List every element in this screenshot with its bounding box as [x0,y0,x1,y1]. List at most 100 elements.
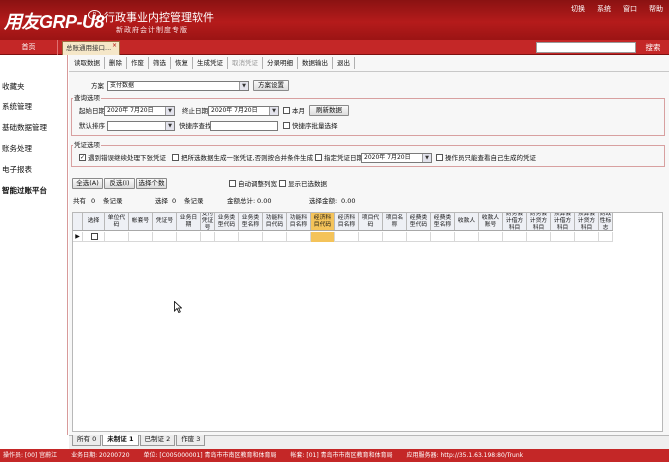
tab-unposted[interactable]: 未制证 1 [102,435,139,446]
grid-column-header[interactable]: 财政性标志 [599,213,613,230]
grid-column-header[interactable]: 功能科目名称 [287,213,311,230]
grid-column-header[interactable]: 财务会计贷方科目 [527,213,551,230]
grid-cell[interactable] [479,232,503,242]
grid-column-header[interactable]: 单位代码 [105,213,129,230]
grid-cell[interactable] [263,232,287,242]
search-button[interactable]: 搜索 [638,41,668,54]
scheme-select[interactable]: 支付数据 ▼ [107,81,249,91]
grid-column-header[interactable]: 财务会计借方科目 [503,213,527,230]
grid-column-header[interactable]: 收款人账号 [479,213,503,230]
quick-select-checkbox[interactable] [283,122,290,129]
grid-column-header[interactable]: 项目名称 [383,213,407,230]
specify-date-checkbox[interactable] [315,154,322,161]
refresh-data-button[interactable]: 刷新数据 [309,105,349,116]
select-all-button[interactable]: 全选(A) [72,178,103,189]
data-grid[interactable]: 选择 单位代码 帐套号 凭证号 业务日期 支付凭证号 业务类型代码 业务类型名称 功能科目代码功… [72,212,663,432]
sidebar-item-accounting[interactable]: 账务处理 [2,143,32,155]
grid-column-header[interactable]: 业务类型名称 [239,213,263,230]
select-count-button[interactable]: 选择个数 [136,178,167,189]
delete-button[interactable]: 删除 [105,57,127,69]
grid-column-header[interactable]: 经济科目代码 [311,213,335,230]
end-date-field[interactable]: 2020年 7月20日 ▼ [208,106,279,116]
chevron-down-icon: ▼ [165,122,174,130]
grid-cell[interactable] [599,232,613,242]
grid-column-header[interactable]: 业务日期 [177,213,201,230]
grid-cell[interactable] [105,232,129,242]
sidebar-item-reports[interactable]: 电子报表 [2,164,32,176]
search-input[interactable] [536,42,636,53]
row-select-checkbox[interactable] [91,233,98,240]
start-date-field[interactable]: 2020年 7月20日 ▼ [104,106,175,116]
grid-column-header[interactable]: 预算会计贷方科目 [575,213,599,230]
grid-cell[interactable] [153,232,177,242]
entry-detail-button[interactable]: 分录明细 [263,57,298,69]
grid-cell[interactable] [311,232,335,242]
cancel-voucher-button[interactable]: 取消凭证 [228,57,263,69]
grid-cell[interactable] [455,232,479,242]
grid-cell[interactable] [527,232,551,242]
table-row[interactable]: ▶ [73,232,613,242]
grid-column-header[interactable]: 选择 [83,213,105,230]
grid-column-header[interactable]: 经费类型代码 [407,213,431,230]
grid-cell[interactable] [239,232,263,242]
grid-column-header[interactable]: 业务类型代码 [215,213,239,230]
read-data-button[interactable]: 读取数据 [70,57,105,69]
grid-cell[interactable] [177,232,201,242]
invert-selection-button[interactable]: 反选(I) [104,178,135,189]
tab-posted[interactable]: 已制证 2 [139,435,176,446]
own-vouchers-checkbox[interactable] [436,154,443,161]
grid-cell[interactable] [335,232,359,242]
selected-count: 0 [172,197,177,205]
mouse-cursor-icon [174,301,182,313]
menu-help[interactable]: 帮助 [649,4,663,14]
continue-on-error-checkbox[interactable]: ✓ [79,154,86,161]
sidebar-item-basic-data[interactable]: 基础数据管理 [2,122,47,134]
grid-column-header[interactable]: 功能科目代码 [263,213,287,230]
menu-switch[interactable]: 切换 [571,4,585,14]
voucher-options-title: 凭证选项 [73,141,101,149]
grid-column-header[interactable]: 项目代码 [359,213,383,230]
grid-cell[interactable] [383,232,407,242]
grid-cell[interactable] [431,232,455,242]
sidebar-item-favorites[interactable]: 收藏夹 [2,81,25,93]
grid-cell[interactable] [201,232,215,242]
grid-column-header[interactable]: 经费类型名称 [431,213,455,230]
grid-cell[interactable] [83,232,105,242]
grid-cell[interactable] [215,232,239,242]
grid-cell[interactable] [129,232,153,242]
single-voucher-checkbox[interactable] [172,154,179,161]
grid-column-header[interactable]: 预算会计借方科目 [551,213,575,230]
grid-cell[interactable] [359,232,383,242]
grid-cell[interactable] [575,232,599,242]
menu-system[interactable]: 系统 [597,4,611,14]
grid-cell[interactable] [287,232,311,242]
auto-width-checkbox[interactable] [229,180,236,187]
sort-select[interactable]: ▼ [107,121,175,131]
tab-home[interactable]: 首页 [0,40,58,55]
restore-button[interactable]: 恢复 [171,57,193,69]
quick-find-input[interactable] [210,121,278,131]
voucher-date-field[interactable]: 2020年 7月20日 ▼ [361,153,432,163]
sidebar-item-posting-platform[interactable]: 智能过账平台 [2,185,47,197]
tab-all[interactable]: 所有 0 [72,435,102,446]
filter-button[interactable]: 筛选 [149,57,171,69]
close-icon[interactable]: × [112,43,118,49]
tab-voided[interactable]: 作废 3 [176,435,206,446]
menu-window[interactable]: 窗口 [623,4,637,14]
grid-column-header[interactable]: 帐套号 [129,213,153,230]
grid-cell[interactable] [407,232,431,242]
grid-column-header[interactable]: 经济科目名称 [335,213,359,230]
show-selected-checkbox[interactable] [279,180,286,187]
export-button[interactable]: 数据输出 [298,57,333,69]
grid-cell[interactable] [503,232,527,242]
sidebar-item-system[interactable]: 系统管理 [2,101,32,113]
grid-column-header[interactable]: 收款人 [455,213,479,230]
void-button[interactable]: 作废 [127,57,149,69]
grid-cell[interactable] [551,232,575,242]
exit-button[interactable]: 退出 [333,57,355,69]
grid-column-header[interactable]: 凭证号 [153,213,177,230]
generate-voucher-button[interactable]: 生成凭证 [193,57,228,69]
grid-column-header[interactable]: 支付凭证号 [201,213,215,230]
this-month-checkbox[interactable] [283,107,290,114]
scheme-settings-button[interactable]: 方案设置 [253,80,289,91]
